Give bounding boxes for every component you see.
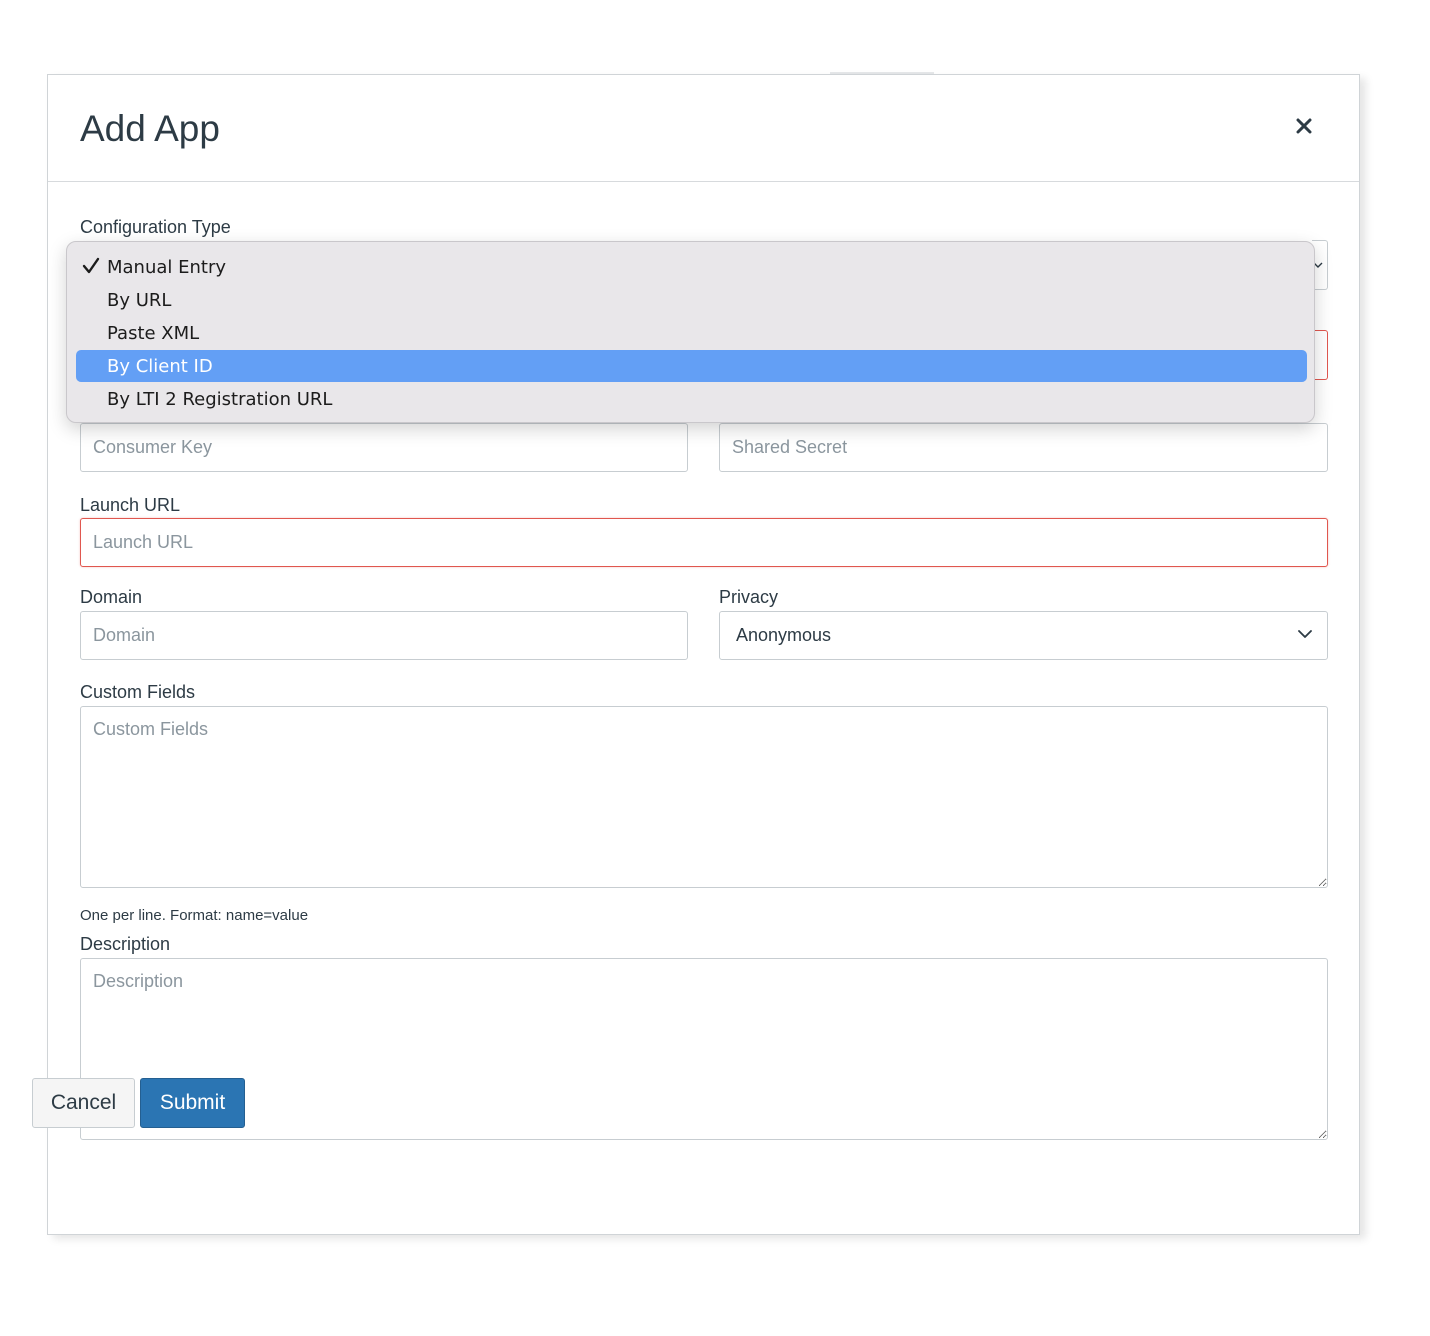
consumer-key-input[interactable]: [80, 423, 688, 472]
shared-secret-input[interactable]: [719, 423, 1328, 472]
custom-fields-textarea[interactable]: [80, 706, 1328, 888]
custom-fields-label: Custom Fields: [80, 682, 196, 702]
domain-label: Domain: [80, 587, 143, 607]
privacy-selected-value: Anonymous: [736, 625, 832, 645]
close-button[interactable]: [1289, 111, 1319, 141]
dropdown-option-label: Paste XML: [107, 322, 200, 344]
submit-button[interactable]: Submit: [140, 1078, 245, 1128]
privacy-select[interactable]: Anonymous: [719, 611, 1328, 660]
dropdown-option-label: Manual Entry: [107, 256, 227, 278]
privacy-label: Privacy: [719, 587, 779, 607]
dropdown-option-label: By Client ID: [107, 355, 213, 377]
dropdown-option-label: By URL: [107, 289, 172, 311]
launch-url-input[interactable]: [80, 518, 1328, 567]
dropdown-option-paste-xml[interactable]: Paste XML: [76, 317, 1307, 349]
custom-fields-hint: One per line. Format: name=value: [80, 907, 309, 924]
close-icon: [1296, 118, 1312, 134]
configuration-type-label: Configuration Type: [80, 217, 231, 237]
checkmark-icon: [82, 257, 100, 274]
domain-input[interactable]: [80, 611, 688, 660]
description-textarea[interactable]: [80, 958, 1328, 1140]
modal-title: Add App: [80, 108, 220, 149]
dropdown-option-by-client-id[interactable]: By Client ID: [76, 350, 1307, 382]
dropdown-option-label: By LTI 2 Registration URL: [107, 388, 333, 410]
dropdown-option-by-lti2-registration-url[interactable]: By LTI 2 Registration URL: [76, 383, 1307, 415]
chevron-down-icon: [1298, 630, 1312, 638]
description-label: Description: [80, 934, 171, 954]
modal-header: Add App: [48, 75, 1359, 182]
dropdown-option-manual-entry[interactable]: Manual Entry: [76, 251, 1307, 283]
cancel-button[interactable]: Cancel: [32, 1078, 135, 1128]
configuration-type-dropdown: Manual Entry By URL Paste XML By Client …: [66, 241, 1315, 423]
launch-url-label: Launch URL: [80, 495, 181, 515]
dropdown-option-by-url[interactable]: By URL: [76, 284, 1307, 316]
